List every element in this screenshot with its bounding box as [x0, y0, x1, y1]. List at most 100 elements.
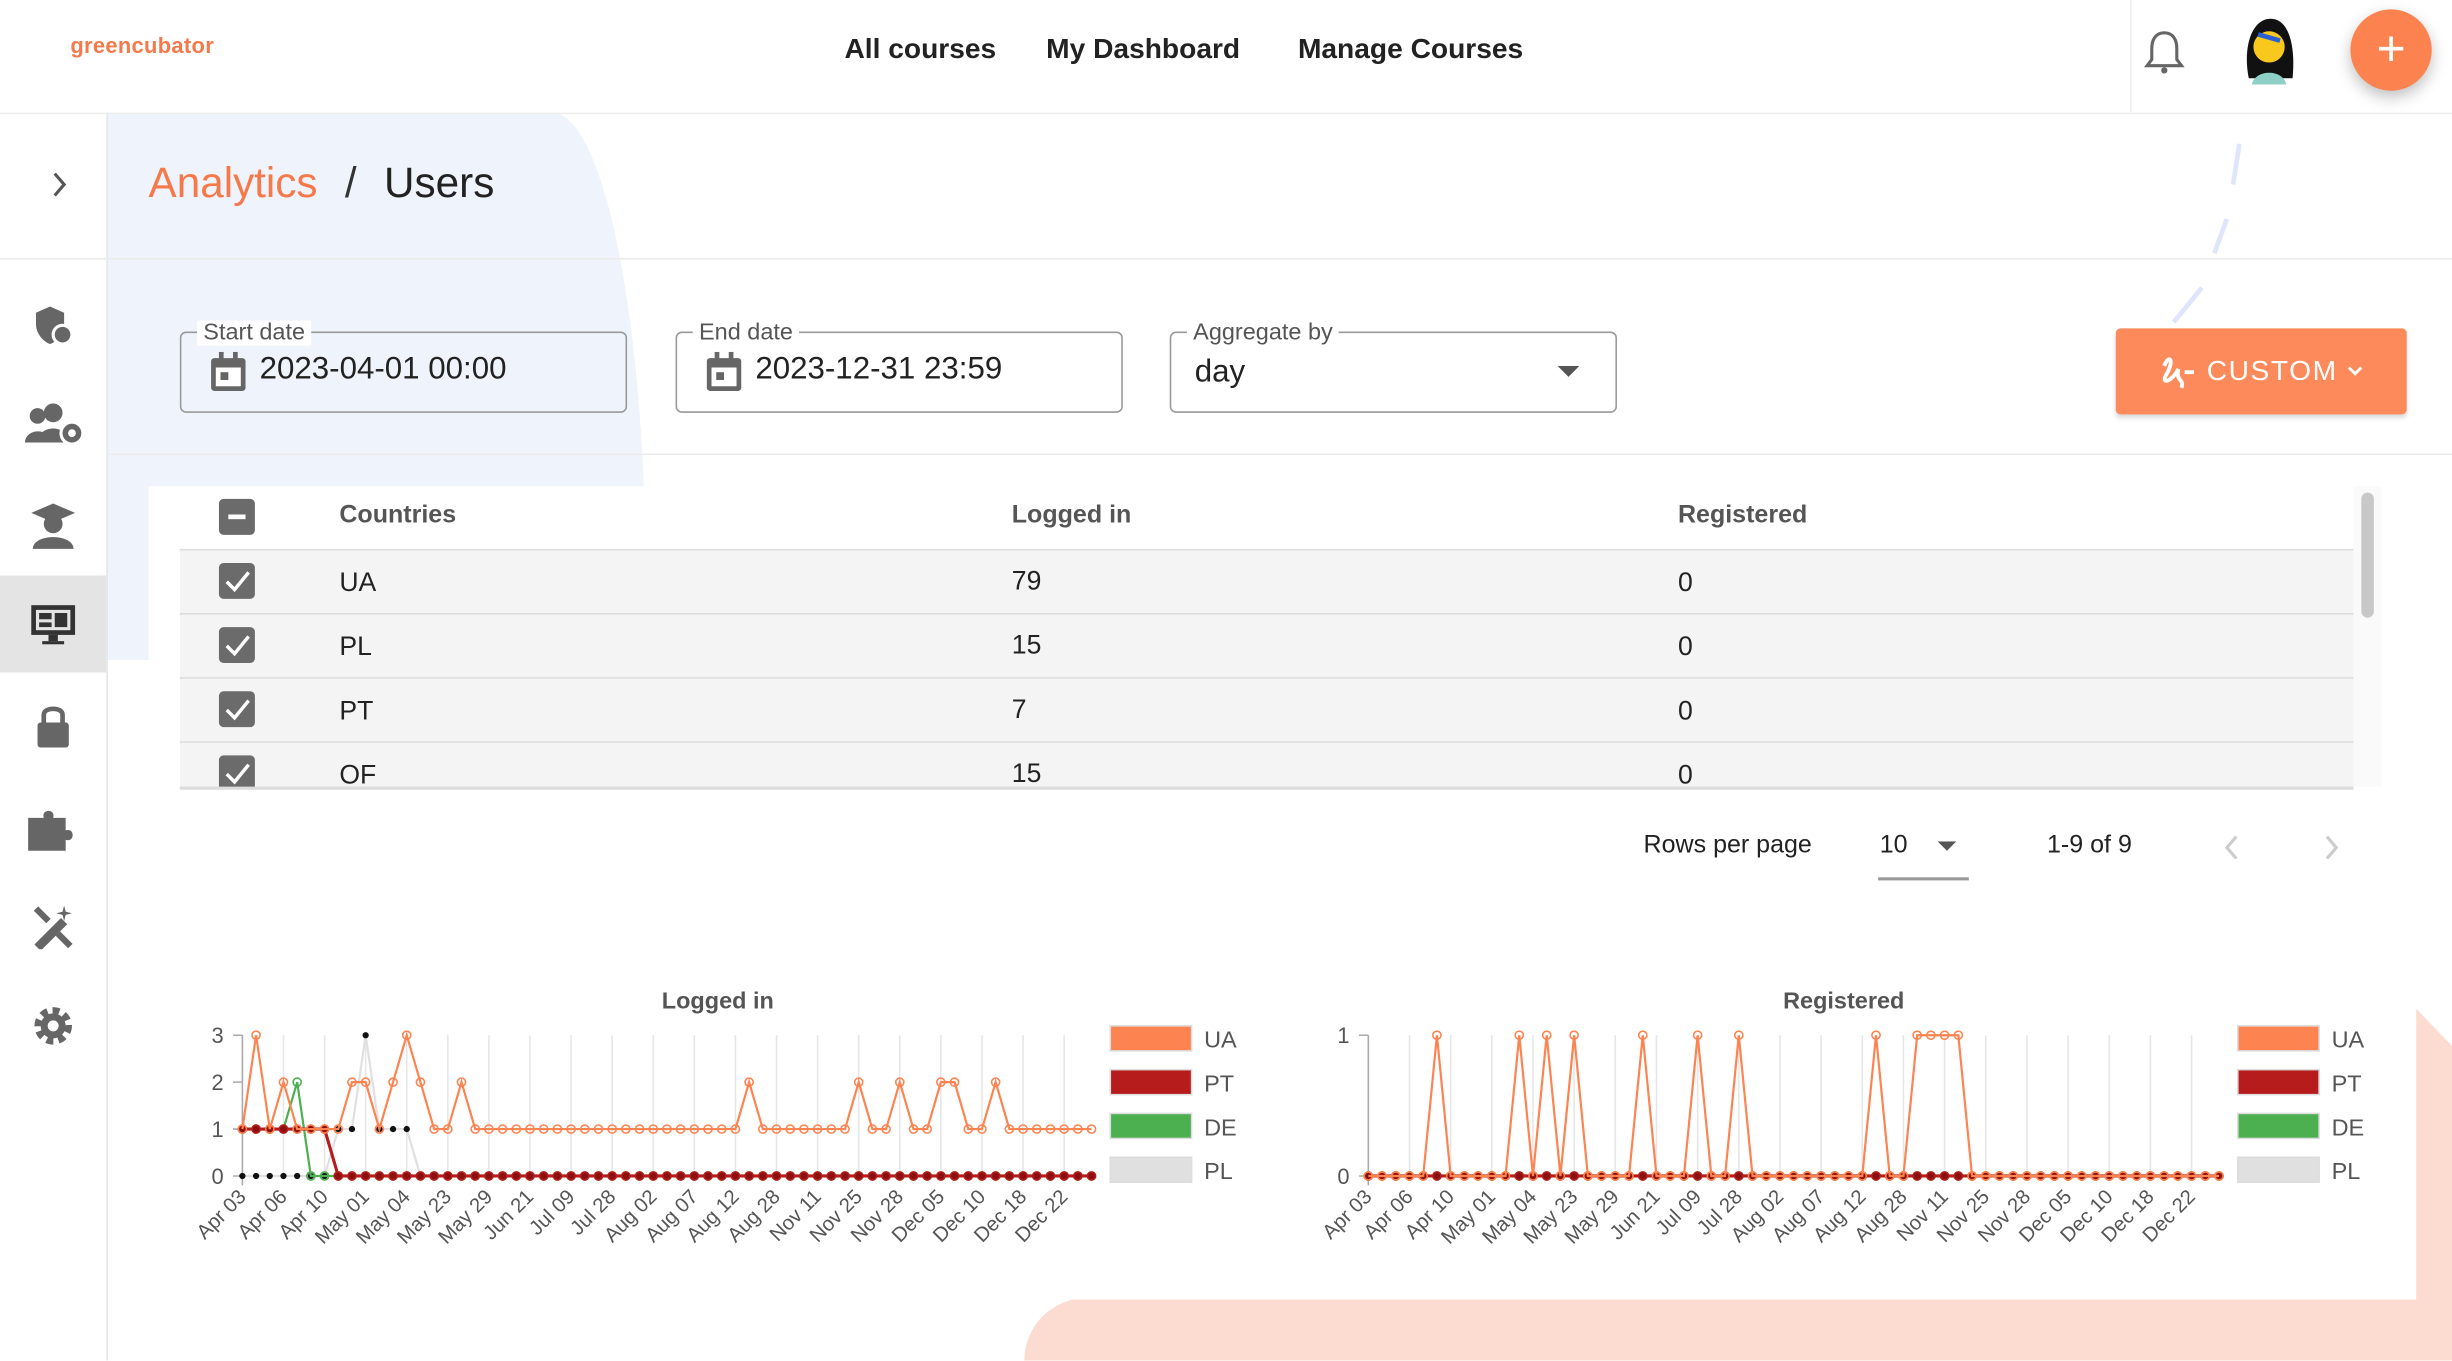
- data-point-pt: [730, 1171, 741, 1181]
- data-point-pt: [963, 1171, 974, 1181]
- sidebar-item-courses[interactable]: [0, 477, 106, 574]
- table-row[interactable]: PT 7 0: [179, 678, 2354, 745]
- legend-label-pl: PL: [2332, 1158, 2361, 1184]
- add-button[interactable]: +: [2350, 9, 2432, 91]
- legend-label-pt: PT: [1204, 1071, 1234, 1097]
- graduate-icon: [31, 503, 76, 549]
- nav-all-courses[interactable]: All courses: [844, 33, 996, 66]
- data-point-pt: [621, 1171, 631, 1181]
- end-date-label: End date: [692, 320, 800, 346]
- data-point-pt: [675, 1171, 686, 1181]
- column-header-registered[interactable]: Registered: [1678, 502, 1807, 530]
- legend-label-pt: PT: [2332, 1071, 2362, 1097]
- series-line-ua: [1368, 1034, 2220, 1178]
- logo[interactable]: greencubator: [70, 33, 214, 58]
- data-point-pt: [1514, 1171, 1525, 1181]
- data-point-pt: [1871, 1171, 1881, 1181]
- next-page-button[interactable]: [2322, 834, 2341, 862]
- data-point-pt: [388, 1171, 398, 1181]
- data-point-pt: [1432, 1171, 1442, 1181]
- series-line-pt: [242, 1127, 1092, 1178]
- nav-manage-courses[interactable]: Manage Courses: [1298, 33, 1523, 66]
- decorative-dashes: [2171, 143, 2242, 324]
- row-checkbox[interactable]: [218, 562, 255, 599]
- y-tick-label: 2: [211, 1070, 223, 1095]
- table-row[interactable]: UA 79 0: [179, 550, 2354, 617]
- data-point-pt: [662, 1171, 672, 1181]
- data-point-pt: [1541, 1171, 1552, 1181]
- data-point-pt: [538, 1171, 549, 1181]
- data-point-pt: [552, 1171, 563, 1181]
- expand-sidebar-button[interactable]: [50, 169, 69, 208]
- cell-logged-in: 7: [1011, 694, 1027, 725]
- page-range: 1-9 of 9: [2047, 831, 2132, 859]
- prev-page-button[interactable]: [2222, 834, 2241, 862]
- data-point-pt: [1045, 1171, 1056, 1181]
- data-point-pt: [1926, 1171, 1936, 1181]
- data-point-pl: [389, 1125, 397, 1133]
- cell-country: OF: [339, 760, 377, 790]
- y-tick-label: 3: [211, 1023, 223, 1048]
- breadcrumb: Analytics / Users: [149, 160, 495, 208]
- sidebar: [0, 112, 108, 1361]
- sidebar-item-users[interactable]: [0, 377, 106, 474]
- registered-chart: Apr 03Apr 06Apr 10May 01May 04May 23May …: [1319, 1023, 2365, 1248]
- users-gear-icon: [25, 403, 85, 446]
- table-scrollbar-thumb[interactable]: [2361, 492, 2374, 618]
- row-checkbox[interactable]: [218, 755, 255, 787]
- custom-range-button[interactable]: CUSTOM: [2115, 328, 2407, 415]
- avatar[interactable]: [2236, 16, 2302, 85]
- caret-down-icon: [1937, 841, 1957, 851]
- data-point-pl: [252, 1172, 260, 1180]
- data-point-pt: [977, 1171, 987, 1181]
- page-title: Users: [384, 159, 495, 207]
- data-point-pt: [689, 1171, 700, 1181]
- data-point-pt: [894, 1171, 905, 1181]
- check-icon: [225, 571, 250, 593]
- rows-per-page-select[interactable]: 10: [1878, 821, 1969, 881]
- background-shape: [1024, 1297, 2452, 1361]
- cell-logged-in: 79: [1011, 566, 1042, 596]
- breadcrumb-analytics-link[interactable]: Analytics: [149, 160, 318, 207]
- lock-icon: [37, 706, 69, 748]
- table-row[interactable]: PL 15 0: [179, 614, 2354, 681]
- data-point-pt: [867, 1171, 878, 1181]
- cell-registered: 0: [1677, 631, 1693, 662]
- sidebar-item-security[interactable]: [0, 277, 106, 374]
- rows-per-page-value: 10: [1879, 831, 1908, 859]
- calendar-icon: [706, 351, 742, 391]
- table-scrollbar-track[interactable]: [2353, 486, 2382, 787]
- custom-button-label: CUSTOM: [2206, 354, 2338, 387]
- cell-country: UA: [339, 567, 377, 598]
- column-header-countries[interactable]: Countries: [339, 502, 456, 530]
- data-point-pt: [525, 1171, 535, 1181]
- aggregate-by-select[interactable]: Aggregate by day: [1169, 320, 1617, 413]
- table-row[interactable]: OF 15 0: [179, 742, 2354, 790]
- data-point-pt: [374, 1171, 385, 1181]
- sidebar-item-analytics[interactable]: [0, 575, 107, 673]
- series-line-pl: [242, 1035, 1092, 1178]
- data-point-pt: [1072, 1171, 1083, 1181]
- select-all-checkbox[interactable]: [218, 498, 255, 535]
- data-point-pt: [333, 1171, 344, 1181]
- end-date-field[interactable]: End date 2023-12-31 23:59: [675, 320, 1123, 413]
- data-point-pt: [1912, 1171, 1923, 1181]
- divider: [0, 258, 107, 260]
- edit-tools-icon: [33, 905, 73, 950]
- row-checkbox[interactable]: [218, 627, 255, 664]
- nav-my-dashboard[interactable]: My Dashboard: [1046, 33, 1240, 66]
- sidebar-item-permissions[interactable]: [0, 677, 106, 774]
- row-checkbox[interactable]: [218, 691, 255, 728]
- data-point-pt: [401, 1171, 412, 1181]
- sidebar-item-tools[interactable]: [0, 877, 106, 974]
- breadcrumb-separator: /: [344, 159, 357, 207]
- bell-icon[interactable]: [2143, 28, 2185, 75]
- column-header-logged-in[interactable]: Logged in: [1012, 502, 1132, 530]
- sidebar-item-integrations[interactable]: [0, 779, 106, 876]
- legend-label-de: DE: [2332, 1114, 2365, 1140]
- chart-title-registered: Registered: [1783, 988, 1905, 1015]
- data-point-pt: [757, 1171, 768, 1181]
- start-date-field[interactable]: Start date 2023-04-01 00:00: [179, 320, 628, 413]
- data-point-pt: [484, 1171, 494, 1181]
- data-point-pt: [1569, 1171, 1579, 1181]
